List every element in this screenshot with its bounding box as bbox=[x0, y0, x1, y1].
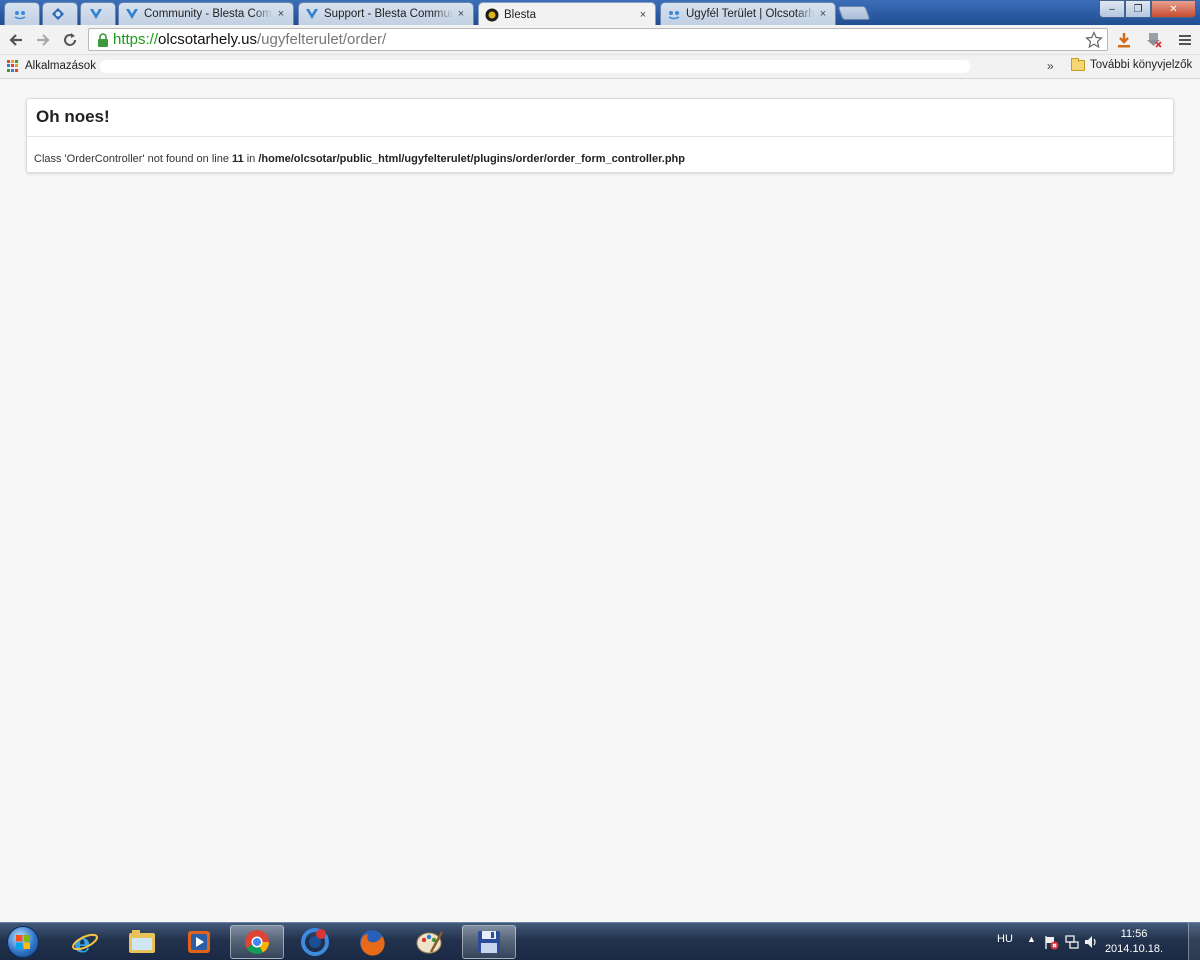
error-message: Class 'OrderController' not found on lin… bbox=[27, 137, 1173, 181]
file-explorer-icon[interactable] bbox=[115, 925, 169, 959]
lock-icon bbox=[93, 30, 113, 50]
page-content: Oh noes! Class 'OrderController' not fou… bbox=[0, 80, 1200, 922]
browser-toolbar: https://olcsotarhely.us/ugyfelterulet/or… bbox=[0, 25, 1200, 55]
url-path: /ugyfelterulet/order/ bbox=[256, 31, 387, 48]
tab-close-button[interactable]: × bbox=[817, 8, 829, 20]
start-button[interactable] bbox=[4, 925, 42, 959]
clock-time: 11:56 bbox=[1120, 928, 1148, 940]
error-file-path: /home/olcsotar/public_html/ugyfelterulet… bbox=[258, 153, 685, 165]
browser-tab-strip: Community - Blesta Community × Support -… bbox=[0, 0, 1200, 25]
error-panel: Oh noes! Class 'OrderController' not fou… bbox=[26, 98, 1174, 173]
tab-blesta-active[interactable]: Blesta × bbox=[478, 2, 656, 25]
close-window-button[interactable]: ✕ bbox=[1151, 0, 1196, 18]
blesta-favicon bbox=[485, 8, 499, 22]
bookmark-star-icon[interactable] bbox=[1085, 31, 1103, 49]
tab-close-button[interactable]: × bbox=[455, 8, 467, 20]
language-indicator[interactable]: HU bbox=[997, 933, 1013, 945]
system-tray: HU ▲ 11:56 2014.10.18. bbox=[985, 923, 1200, 960]
back-button[interactable] bbox=[5, 29, 27, 51]
tab-close-button[interactable]: × bbox=[275, 8, 287, 20]
new-tab-button[interactable] bbox=[837, 6, 871, 20]
error-prefix: Class 'OrderController' not found on lin… bbox=[34, 153, 233, 165]
redacted-bookmarks bbox=[100, 60, 970, 73]
show-hidden-icons-button[interactable]: ▲ bbox=[1027, 934, 1036, 944]
apps-label: Alkalmazások bbox=[25, 60, 96, 72]
windows-logo-icon bbox=[7, 926, 39, 958]
paint-icon[interactable] bbox=[403, 925, 457, 959]
tab-ugyfel-terulet[interactable]: Ügyfél Terület | Olcsotarhely × bbox=[660, 2, 836, 25]
media-player-icon[interactable] bbox=[172, 925, 226, 959]
forward-button[interactable] bbox=[32, 29, 54, 51]
back-arrow-icon bbox=[9, 34, 22, 46]
more-bookmarks-chevron[interactable]: » bbox=[1047, 59, 1054, 73]
globe-icon bbox=[51, 7, 65, 21]
reload-icon bbox=[64, 33, 76, 46]
menu-icon[interactable] bbox=[1175, 30, 1195, 50]
internet-explorer-icon[interactable]: e bbox=[58, 925, 112, 959]
tab-title: Support - Blesta Community bbox=[324, 8, 453, 20]
window-controls: ‒ ❐ ✕ bbox=[1099, 0, 1196, 18]
blesta-v-icon bbox=[305, 7, 319, 21]
bookmarks-bar: Alkalmazások » További könyvjelzők bbox=[0, 55, 1200, 79]
apps-shortcut[interactable]: Alkalmazások bbox=[7, 60, 96, 72]
system-clock[interactable]: 11:56 2014.10.18. bbox=[1101, 927, 1167, 957]
other-bookmarks-label: További könyvjelzők bbox=[1090, 59, 1193, 71]
error-title: Oh noes! bbox=[27, 99, 1173, 137]
chrome-icon[interactable] bbox=[230, 925, 284, 959]
save-disk-icon[interactable] bbox=[462, 925, 516, 959]
blesta-icon bbox=[13, 7, 27, 21]
action-center-flag-icon[interactable] bbox=[1043, 934, 1059, 950]
maximize-button[interactable]: ❐ bbox=[1125, 0, 1151, 18]
blesta-icon bbox=[667, 7, 681, 21]
tab-title: Community - Blesta Community bbox=[144, 8, 273, 20]
show-desktop-button[interactable] bbox=[1188, 923, 1200, 960]
pinned-tab-3[interactable] bbox=[80, 2, 116, 25]
tab-community[interactable]: Community - Blesta Community × bbox=[118, 2, 294, 25]
blesta-v-icon bbox=[89, 7, 103, 21]
clock-date: 2014.10.18. bbox=[1104, 943, 1164, 955]
apps-grid-icon bbox=[7, 60, 19, 72]
pinned-tab-2[interactable] bbox=[42, 2, 78, 25]
address-bar[interactable]: https://olcsotarhely.us/ugyfelterulet/or… bbox=[88, 28, 1108, 51]
update-icon[interactable] bbox=[288, 925, 342, 959]
tab-support[interactable]: Support - Blesta Community × bbox=[298, 2, 474, 25]
url-scheme: https:// bbox=[113, 31, 159, 48]
extension-icon[interactable] bbox=[1144, 30, 1164, 50]
error-middle: in bbox=[243, 153, 259, 165]
windows-taskbar: e HU ▲ 11:56 2014.10.18. bbox=[0, 922, 1200, 960]
error-line-number: 11 bbox=[232, 153, 244, 165]
forward-arrow-icon bbox=[37, 34, 50, 46]
network-icon[interactable] bbox=[1064, 934, 1080, 950]
blesta-v-icon bbox=[125, 7, 139, 21]
pinned-tab-1[interactable] bbox=[4, 2, 40, 25]
firefox-icon[interactable] bbox=[345, 925, 399, 959]
download-icon[interactable] bbox=[1114, 30, 1134, 50]
other-bookmarks[interactable]: További könyvjelzők bbox=[1071, 57, 1193, 71]
minimize-button[interactable]: ‒ bbox=[1099, 0, 1125, 18]
url-host: olcsotarhely.us bbox=[158, 31, 257, 48]
tab-title: Ügyfél Terület | Olcsotarhely bbox=[686, 8, 815, 20]
reload-button[interactable] bbox=[59, 29, 81, 51]
tab-close-button[interactable]: × bbox=[637, 9, 649, 21]
folder-icon bbox=[1071, 57, 1085, 71]
volume-icon[interactable] bbox=[1083, 934, 1099, 950]
tab-title: Blesta bbox=[504, 8, 536, 21]
